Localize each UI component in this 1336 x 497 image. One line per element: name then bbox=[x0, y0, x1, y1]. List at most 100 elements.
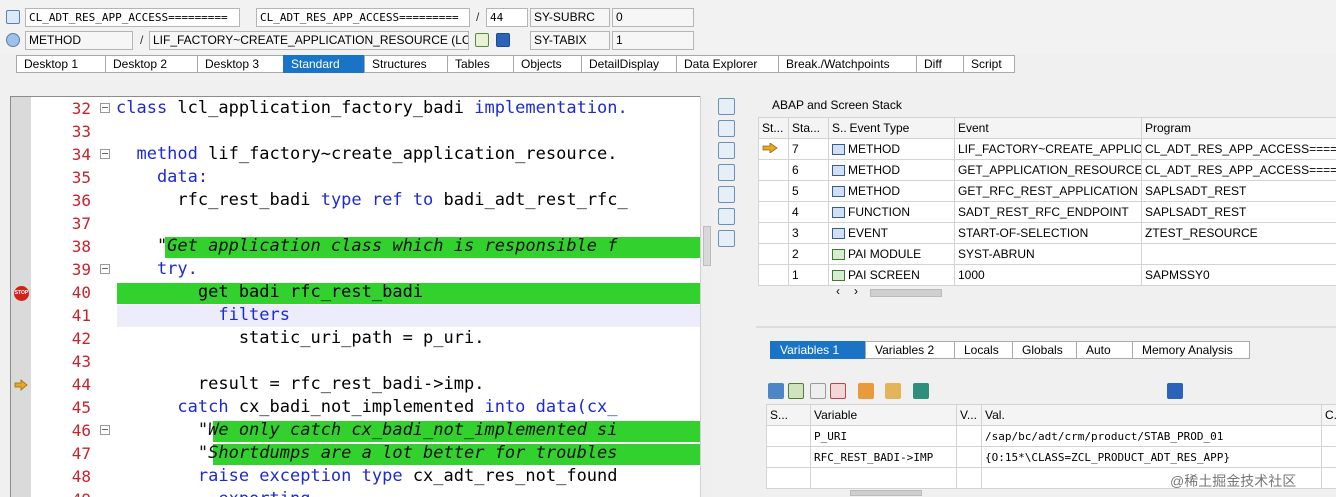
program-field[interactable]: CL_ADT_RES_APP_ACCESS========= bbox=[25, 8, 240, 27]
event-name: SYST-ABRUN bbox=[954, 243, 1142, 265]
variables-horizontal-scrollbar[interactable] bbox=[810, 489, 930, 497]
fold-toggle[interactable] bbox=[100, 149, 110, 159]
column-header[interactable]: Variable bbox=[810, 404, 957, 426]
close-icon[interactable] bbox=[718, 98, 735, 115]
scrollbar-thumb[interactable] bbox=[870, 289, 942, 297]
line-number: 37 bbox=[71, 214, 91, 233]
column-header[interactable]: V... bbox=[956, 404, 982, 426]
tab-tables[interactable]: Tables bbox=[447, 55, 513, 73]
maximize-icon[interactable] bbox=[718, 164, 735, 181]
tab-desktop-3[interactable]: Desktop 3 bbox=[197, 55, 283, 73]
tab-desktop-2[interactable]: Desktop 2 bbox=[105, 55, 197, 73]
table-row[interactable]: 3 EVENT START-OF-SELECTION ZTEST_RESOURC… bbox=[758, 222, 1336, 244]
settings-icon[interactable] bbox=[718, 230, 735, 247]
table-row[interactable]: 1 PAI SCREEN 1000 SAPMSSY0 bbox=[758, 264, 1336, 286]
sort-icon[interactable] bbox=[858, 383, 874, 399]
tab-standard[interactable]: Standard bbox=[283, 55, 364, 73]
variable-value[interactable]: /sap/bc/adt/crm/product/STAB_PROD_01 bbox=[981, 425, 1322, 447]
stack-horizontal-scrollbar[interactable]: ‹ › bbox=[830, 284, 950, 300]
tab-detaildisplay[interactable]: DetailDisplay bbox=[581, 55, 676, 73]
insert-icon[interactable] bbox=[788, 383, 804, 399]
copy-icon[interactable] bbox=[810, 383, 826, 399]
stack-level: 6 bbox=[788, 159, 829, 181]
table-row[interactable]: 7 METHOD LIF_FACTORY~CREATE_APPLIC... CL… bbox=[758, 138, 1336, 160]
scrollbar-thumb[interactable] bbox=[703, 226, 711, 266]
fold-toggle[interactable] bbox=[100, 264, 110, 274]
column-header[interactable]: S... bbox=[766, 404, 811, 426]
layout-icon[interactable] bbox=[718, 186, 735, 203]
separator: / bbox=[476, 10, 480, 24]
table-row[interactable]: 2 PAI MODULE SYST-ABRUN bbox=[758, 243, 1336, 265]
refresh-icon[interactable] bbox=[718, 208, 735, 225]
variable-name-input[interactable]: P_URI bbox=[810, 425, 957, 447]
code-line: try. bbox=[116, 259, 198, 279]
include-field[interactable]: CL_ADT_RES_APP_ACCESS========= bbox=[256, 8, 470, 27]
line-number: 44 bbox=[71, 375, 91, 394]
editor-scrollbar[interactable] bbox=[700, 96, 713, 497]
program-name: SAPMSSY0 bbox=[1141, 264, 1336, 286]
column-header[interactable]: S... bbox=[828, 117, 847, 139]
pane-divider[interactable] bbox=[756, 326, 1336, 328]
tab-variables-1[interactable]: Variables 1 bbox=[770, 341, 865, 359]
tab-data-explorer[interactable]: Data Explorer bbox=[676, 55, 778, 73]
navigate-icon[interactable] bbox=[475, 33, 489, 47]
tab-desktop-1[interactable]: Desktop 1 bbox=[16, 55, 105, 73]
column-header[interactable]: Event bbox=[954, 117, 1142, 139]
column-header[interactable]: Program bbox=[1141, 117, 1336, 139]
column-header[interactable]: St... bbox=[758, 117, 789, 139]
tab-auto[interactable]: Auto bbox=[1076, 341, 1132, 359]
variable-name-input[interactable]: RFC_REST_BADI->IMP bbox=[810, 446, 957, 468]
line-number: 48 bbox=[71, 467, 91, 486]
line-field[interactable]: 44 bbox=[486, 8, 528, 27]
watermark: @稀土掘金技术社区 bbox=[1170, 473, 1297, 489]
variable-name-input[interactable] bbox=[810, 467, 957, 489]
tab-structures[interactable]: Structures bbox=[364, 55, 447, 73]
swap-icon[interactable] bbox=[718, 142, 735, 159]
source-code-editor[interactable]: STOP 32 33 34 35 36 37 38 39 40 41 42 43… bbox=[10, 96, 713, 497]
class-icon bbox=[6, 10, 20, 24]
tab-globals[interactable]: Globals bbox=[1012, 341, 1076, 359]
line-number: 39 bbox=[71, 260, 91, 279]
variable-value[interactable]: {O:15*\CLASS=ZCL_PRODUCT_ADT_RES_APP} bbox=[981, 446, 1322, 468]
new-tool-icon[interactable] bbox=[718, 120, 735, 137]
scroll-left-icon[interactable]: ‹ bbox=[836, 284, 840, 298]
filter-icon[interactable] bbox=[913, 383, 929, 399]
scrollbar-thumb[interactable] bbox=[850, 490, 922, 496]
table-row[interactable]: 4 FUNCTION SADT_REST_RFC_ENDPOINT SAPLSA… bbox=[758, 201, 1336, 223]
table-row[interactable]: P_URI /sap/bc/adt/crm/product/STAB_PROD_… bbox=[766, 425, 1336, 447]
transfer-icon[interactable] bbox=[885, 383, 901, 399]
delete-icon[interactable] bbox=[768, 383, 784, 399]
save-icon[interactable] bbox=[1167, 383, 1183, 399]
tab-diff[interactable]: Diff bbox=[916, 55, 963, 73]
column-header[interactable]: Event Type bbox=[846, 117, 955, 139]
method-icon bbox=[832, 165, 845, 177]
table-row[interactable]: RFC_REST_BADI->IMP {O:15*\CLASS=ZCL_PROD… bbox=[766, 446, 1336, 468]
line-number: 43 bbox=[71, 352, 91, 371]
tab-objects[interactable]: Objects bbox=[513, 55, 581, 73]
table-row[interactable]: 6 METHOD GET_APPLICATION_RESOURCE CL_ADT… bbox=[758, 159, 1336, 181]
event-type: METHOD bbox=[848, 142, 900, 156]
table-row[interactable]: 5 METHOD GET_RFC_REST_APPLICATION SAPLSA… bbox=[758, 180, 1336, 202]
column-header[interactable]: Val. bbox=[981, 404, 1322, 426]
code-comment-line: "Get application class which is responsi… bbox=[116, 236, 618, 256]
remove-icon[interactable] bbox=[830, 383, 846, 399]
info-icon[interactable] bbox=[496, 33, 510, 47]
stack-level: 7 bbox=[788, 138, 829, 160]
tab-memory-analysis[interactable]: Memory Analysis bbox=[1132, 341, 1250, 359]
tab-locals[interactable]: Locals bbox=[954, 341, 1012, 359]
sysvar-subrc-label: SY-SUBRC bbox=[530, 8, 610, 27]
fold-toggle[interactable] bbox=[100, 103, 110, 113]
line-number: 34 bbox=[71, 145, 91, 164]
fold-toggle[interactable] bbox=[100, 425, 110, 435]
tab-breakpoints[interactable]: Break./Watchpoints bbox=[778, 55, 916, 73]
code-line: filters bbox=[116, 305, 290, 325]
method-icon bbox=[832, 144, 845, 156]
tab-variables-2[interactable]: Variables 2 bbox=[865, 341, 954, 359]
scroll-right-icon[interactable]: › bbox=[854, 284, 858, 298]
column-header[interactable]: Sta... bbox=[788, 117, 829, 139]
breakpoint-stop-icon[interactable]: STOP bbox=[14, 286, 29, 301]
column-header[interactable]: C... bbox=[1321, 404, 1336, 426]
screen-icon bbox=[832, 249, 845, 261]
tab-script[interactable]: Script bbox=[963, 55, 1015, 73]
code-line: static_uri_path = p_uri. bbox=[116, 328, 485, 348]
